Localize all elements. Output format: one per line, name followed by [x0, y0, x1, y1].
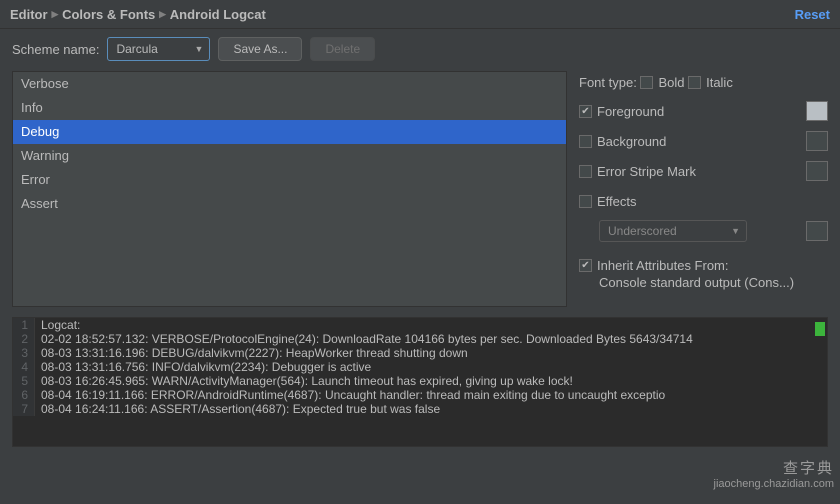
error-stripe-label: Error Stripe Mark — [597, 164, 696, 179]
line-number: 5 — [13, 374, 35, 388]
error-stripe-checkbox[interactable] — [579, 165, 592, 178]
error-stripe-swatch[interactable] — [806, 161, 828, 181]
scheme-value: Darcula — [116, 42, 157, 56]
log-level-item[interactable]: Error — [13, 168, 566, 192]
background-label: Background — [597, 134, 666, 149]
background-checkbox[interactable] — [579, 135, 592, 148]
preview-line: 1Logcat: — [13, 318, 827, 332]
preview-line: 708-04 16:24:11.166: ASSERT/Assertion(46… — [13, 402, 827, 416]
line-text: 08-03 16:26:45.965: WARN/ActivityManager… — [35, 374, 573, 388]
chevron-right-icon: ▸ — [52, 6, 59, 22]
background-swatch[interactable] — [806, 131, 828, 151]
chevron-down-icon: ▼ — [731, 226, 740, 236]
preview-line: 308-03 13:31:16.196: DEBUG/dalvikvm(2227… — [13, 346, 827, 360]
effects-row: Effects — [579, 190, 828, 212]
italic-checkbox[interactable] — [688, 76, 701, 89]
inherit-label: Inherit Attributes From: — [597, 258, 729, 273]
main: VerboseInfoDebugWarningErrorAssert Font … — [0, 71, 840, 307]
effects-dropdown[interactable]: Underscored ▼ — [599, 220, 747, 242]
preview-line: 202-02 18:52:57.132: VERBOSE/ProtocolEng… — [13, 332, 827, 346]
preview-line: 508-03 16:26:45.965: WARN/ActivityManage… — [13, 374, 827, 388]
inherit-checkbox[interactable] — [579, 259, 592, 272]
log-level-item[interactable]: Warning — [13, 144, 566, 168]
font-type-row: Font type: Bold Italic — [579, 75, 828, 90]
bold-checkbox[interactable] — [640, 76, 653, 89]
breadcrumb: Editor ▸ Colors & Fonts ▸ Android Logcat — [10, 6, 266, 22]
foreground-swatch[interactable] — [806, 101, 828, 121]
inherit-source[interactable]: Console standard output (Cons...) — [599, 275, 828, 290]
watermark-title: 查字典 — [714, 457, 834, 478]
line-number: 3 — [13, 346, 35, 360]
chevron-right-icon: ▸ — [159, 6, 166, 22]
foreground-row: Foreground — [579, 100, 828, 122]
line-text: 08-04 16:19:11.166: ERROR/AndroidRuntime… — [35, 388, 665, 402]
preview-line: 608-04 16:19:11.166: ERROR/AndroidRuntim… — [13, 388, 827, 402]
font-type-label: Font type: — [579, 75, 637, 90]
background-row: Background — [579, 130, 828, 152]
breadcrumb-item[interactable]: Editor — [10, 7, 48, 22]
log-level-item[interactable]: Verbose — [13, 72, 566, 96]
header: Editor ▸ Colors & Fonts ▸ Android Logcat… — [0, 0, 840, 29]
line-number: 4 — [13, 360, 35, 374]
line-number: 2 — [13, 332, 35, 346]
breadcrumb-item[interactable]: Colors & Fonts — [62, 7, 155, 22]
preview-line: 408-03 13:31:16.756: INFO/dalvikvm(2234)… — [13, 360, 827, 374]
effects-checkbox[interactable] — [579, 195, 592, 208]
effects-swatch[interactable] — [806, 221, 828, 241]
line-number: 6 — [13, 388, 35, 402]
inherit-block: Inherit Attributes From: Console standar… — [579, 258, 828, 290]
log-level-item[interactable]: Debug — [13, 120, 566, 144]
scheme-row: Scheme name: Darcula ▼ Save As... Delete — [0, 29, 840, 71]
line-text: 08-04 16:24:11.166: ASSERT/Assertion(468… — [35, 402, 440, 416]
effects-value: Underscored — [608, 224, 677, 238]
line-number: 1 — [13, 318, 35, 332]
reset-link[interactable]: Reset — [795, 7, 830, 22]
bold-label: Bold — [658, 75, 684, 90]
log-level-list[interactable]: VerboseInfoDebugWarningErrorAssert — [12, 71, 567, 307]
scheme-dropdown[interactable]: Darcula ▼ — [107, 37, 210, 61]
error-stripe-row: Error Stripe Mark — [579, 160, 828, 182]
breadcrumb-item[interactable]: Android Logcat — [170, 7, 266, 22]
effects-type-row: Underscored ▼ — [579, 220, 828, 242]
line-number: 7 — [13, 402, 35, 416]
error-stripe-marker — [815, 322, 825, 336]
watermark-url: jiaocheng.chazidian.com — [714, 478, 834, 490]
line-text: Logcat: — [35, 318, 80, 332]
logcat-preview: 1Logcat:202-02 18:52:57.132: VERBOSE/Pro… — [12, 317, 828, 447]
delete-button: Delete — [310, 37, 375, 61]
foreground-checkbox[interactable] — [579, 105, 592, 118]
line-text: 02-02 18:52:57.132: VERBOSE/ProtocolEngi… — [35, 332, 693, 346]
foreground-label: Foreground — [597, 104, 664, 119]
chevron-down-icon: ▼ — [195, 44, 204, 54]
log-level-item[interactable]: Info — [13, 96, 566, 120]
line-text: 08-03 13:31:16.196: DEBUG/dalvikvm(2227)… — [35, 346, 468, 360]
attribute-panel: Font type: Bold Italic Foreground Backgr… — [571, 71, 828, 307]
save-as-button[interactable]: Save As... — [218, 37, 302, 61]
line-text: 08-03 13:31:16.756: INFO/dalvikvm(2234):… — [35, 360, 371, 374]
effects-label: Effects — [597, 194, 637, 209]
scheme-label: Scheme name: — [12, 42, 99, 57]
watermark: 查字典 jiaocheng.chazidian.com — [714, 457, 834, 490]
italic-label: Italic — [706, 75, 733, 90]
log-level-item[interactable]: Assert — [13, 192, 566, 216]
